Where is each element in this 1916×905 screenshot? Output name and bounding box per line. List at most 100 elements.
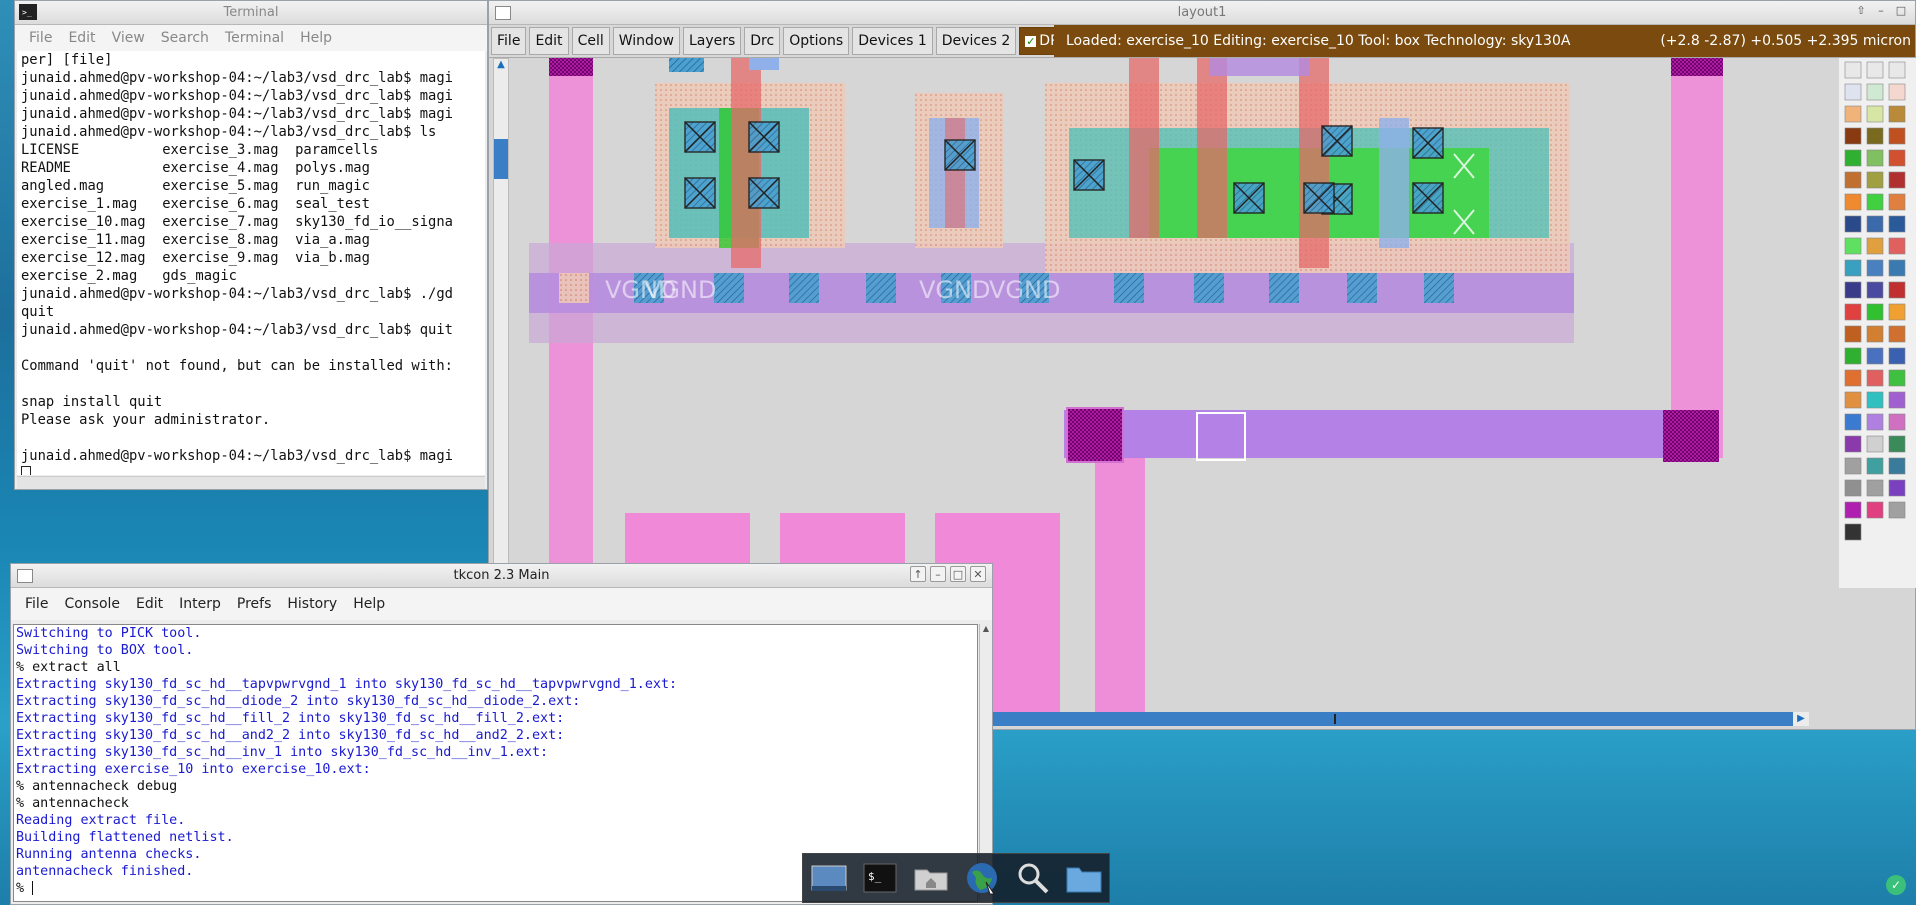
drc-checkbox-icon: ✓	[1025, 34, 1037, 48]
console-line: Building flattened netlist.	[16, 830, 234, 845]
console-line: Switching to PICK tool.	[16, 626, 202, 641]
terminal-line: exercise_10.mag exercise_7.mag sky130_fd…	[21, 214, 453, 230]
tkcon-scroll-up-icon[interactable]: ▲	[980, 624, 992, 636]
tkcon-menu-edit[interactable]: Edit	[130, 594, 169, 614]
prompt-symbol: %	[16, 881, 33, 896]
layout-menu-options[interactable]: Options	[783, 27, 850, 55]
layout-restore-icon[interactable]: ⇧	[1853, 3, 1869, 19]
home-folder-icon[interactable]	[911, 860, 951, 896]
terminal-menubar: File Edit View Search Terminal Help	[15, 25, 487, 51]
layout-menu-devices2[interactable]: Devices 2	[935, 27, 1017, 55]
terminal-title: Terminal	[223, 5, 279, 20]
console-line: Switching to BOX tool.	[16, 643, 194, 658]
terminal-menu-file[interactable]: File	[23, 28, 58, 48]
tkcon-menu-console[interactable]: Console	[58, 594, 126, 614]
vgnd-label: VGND	[919, 276, 990, 304]
layout-menu-devices1[interactable]: Devices 1	[852, 27, 933, 55]
vgnd-label: VGND	[989, 276, 1060, 304]
layout-hscrollbar[interactable]: ▶	[989, 712, 1809, 726]
layout-menu-window[interactable]: Window	[612, 27, 680, 55]
search-icon[interactable]	[1013, 860, 1053, 896]
tkcon-maximize-icon[interactable]: □	[950, 566, 966, 582]
terminal-line: junaid.ahmed@pv-workshop-04:~/lab3/vsd_d…	[21, 286, 453, 302]
layout-vscroll-thumb[interactable]	[494, 139, 508, 179]
layout-hscroll-thumb[interactable]	[1334, 714, 1336, 724]
desktop-icon[interactable]	[809, 860, 849, 896]
terminal-output[interactable]: per] [file] junaid.ahmed@pv-workshop-04:…	[17, 51, 485, 475]
layout-menu-file[interactable]: File	[491, 27, 527, 55]
terminal-line: README exercise_4.mag polys.mag	[21, 160, 370, 176]
terminal-line: junaid.ahmed@pv-workshop-04:~/lab3/vsd_d…	[21, 124, 437, 140]
tkcon-title: tkcon 2.3 Main	[453, 568, 550, 583]
layer-palette	[1839, 58, 1916, 588]
scroll-right-icon[interactable]: ▶	[1793, 712, 1809, 726]
terminal-menu-terminal[interactable]: Terminal	[219, 28, 290, 48]
command-text: extract all	[32, 660, 121, 675]
tkcon-menu-prefs[interactable]: Prefs	[231, 594, 277, 614]
layout-menu-layers[interactable]: Layers	[682, 27, 742, 55]
prompt-symbol: %	[16, 796, 33, 811]
terminal-menu-edit[interactable]: Edit	[62, 28, 101, 48]
layout-menu-drc[interactable]: Drc	[744, 27, 781, 55]
terminal-line: snap install quit	[21, 394, 163, 410]
browser-icon[interactable]	[962, 860, 1002, 896]
layout-minimize-icon[interactable]: –	[1873, 3, 1889, 19]
layout-toolbar: File Edit Cell Window Layers Drc Options…	[489, 25, 1915, 58]
tkcon-close-icon[interactable]: ✕	[970, 566, 986, 582]
terminal-cursor-line	[17, 465, 485, 475]
terminal-line: angled.mag exercise_5.mag run_magic	[21, 178, 370, 194]
terminal-line: exercise_12.mag exercise_9.mag via_b.mag	[21, 250, 370, 266]
tkcon-menu-interp[interactable]: Interp	[173, 594, 227, 614]
console-line: Extracting exercise_10 into exercise_10.…	[16, 762, 371, 777]
terminal-line: exercise_2.mag gds_magic	[21, 268, 237, 284]
terminal-icon[interactable]: $_	[860, 860, 900, 896]
terminal-titlebar[interactable]: >_ Terminal	[15, 1, 487, 25]
terminal-menu-help[interactable]: Help	[294, 28, 338, 48]
layout-titlebar[interactable]: layout1 ⇧ – □	[489, 1, 1915, 25]
layout-maximize-icon[interactable]: □	[1893, 3, 1909, 19]
terminal-line: junaid.ahmed@pv-workshop-04:~/lab3/vsd_d…	[21, 322, 453, 338]
prompt-symbol: %	[16, 660, 33, 675]
tkcon-titlebar[interactable]: tkcon 2.3 Main ↑ – □ ✕	[11, 564, 992, 588]
tkcon-menu-file[interactable]: File	[19, 594, 54, 614]
layout-menu-edit[interactable]: Edit	[529, 27, 569, 55]
terminal-menu-view[interactable]: View	[106, 28, 151, 48]
cursor-coordinates: (+2.8 -2.87) +0.505 +2.395 micron	[1660, 33, 1911, 49]
tkcon-minimize-icon[interactable]: –	[930, 566, 946, 582]
layer-swatches[interactable]	[1839, 58, 1916, 588]
terminal-line: LICENSE exercise_3.mag paramcells	[21, 142, 379, 158]
tkcon-shade-icon[interactable]: ↑	[910, 566, 926, 582]
folder-icon[interactable]	[1064, 860, 1104, 896]
console-line: Extracting sky130_fd_sc_hd__and2_2 into …	[16, 728, 565, 743]
command-text: antennacheck	[32, 796, 129, 811]
terminal-line: per] [file]	[21, 52, 113, 68]
terminal-hscrollbar[interactable]	[17, 476, 485, 489]
console-line: Extracting sky130_fd_sc_hd__fill_2 into …	[16, 711, 565, 726]
console-line: % antennacheck debug	[14, 778, 977, 795]
layout-title: layout1	[1177, 5, 1227, 20]
console-line: % extract all	[14, 659, 977, 676]
tkcon-menubar: File Console Edit Interp Prefs History H…	[11, 588, 992, 620]
prompt-symbol: %	[16, 779, 33, 794]
terminal-line: junaid.ahmed@pv-workshop-04:~/lab3/vsd_d…	[21, 88, 453, 104]
terminal-line: exercise_1.mag exercise_6.mag seal_test	[21, 196, 370, 212]
layout-menu-cell[interactable]: Cell	[571, 27, 610, 55]
terminal-cursor	[21, 465, 31, 475]
terminal-line: junaid.ahmed@pv-workshop-04:~/lab3/vsd_d…	[21, 448, 453, 464]
terminal-line: Command 'quit' not found, but can be ins…	[21, 358, 453, 374]
tkcon-menu-help[interactable]: Help	[347, 594, 391, 614]
terminal-window: >_ Terminal File Edit View Search Termin…	[14, 0, 488, 490]
terminal-line: exercise_11.mag exercise_8.mag via_a.mag	[21, 232, 370, 248]
notification-icon[interactable]: ✓	[1886, 875, 1906, 895]
scroll-up-icon[interactable]: ▲	[494, 59, 508, 73]
command-text: antennacheck debug	[32, 779, 178, 794]
tkcon-menu-history[interactable]: History	[281, 594, 343, 614]
terminal-menu-search[interactable]: Search	[155, 28, 215, 48]
vgnd-label: VGND	[645, 276, 716, 304]
layout-status-text: Loaded: exercise_10 Editing: exercise_10…	[1066, 33, 1571, 49]
console-cursor	[32, 881, 34, 895]
terminal-line: junaid.ahmed@pv-workshop-04:~/lab3/vsd_d…	[21, 70, 453, 86]
